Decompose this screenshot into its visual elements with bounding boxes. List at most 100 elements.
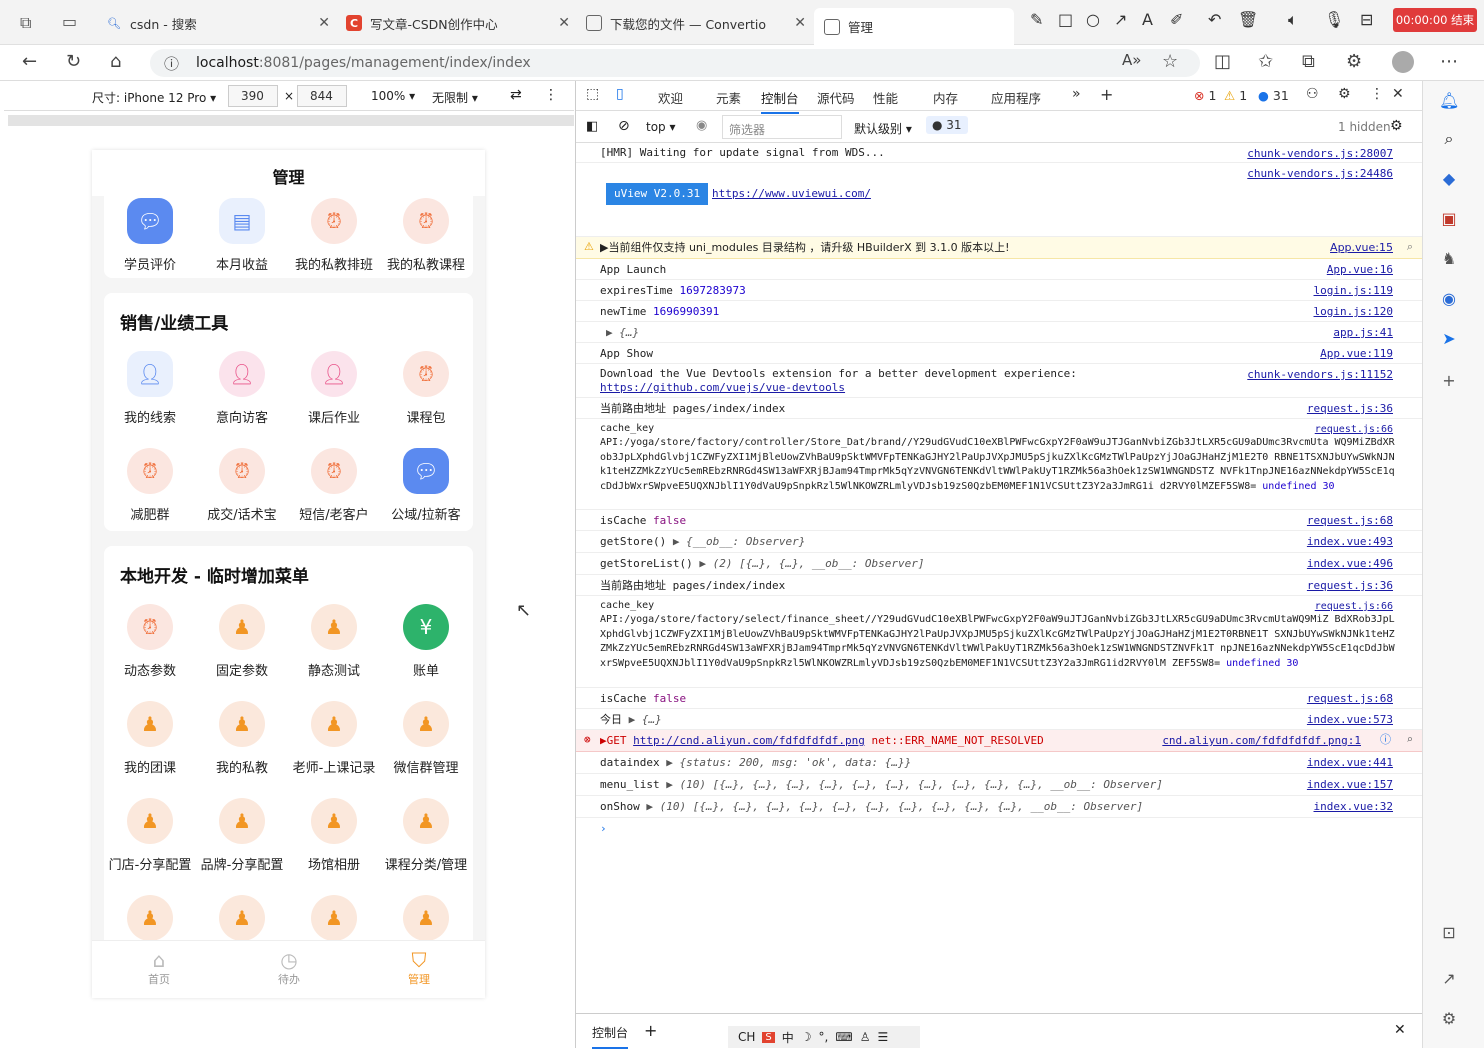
source-link[interactable]: login.js:120 bbox=[1314, 305, 1393, 319]
error-count[interactable]: ⊗ 1 bbox=[1194, 88, 1216, 103]
source-link[interactable]: cnd.aliyun.com/fdfdfdfdf.png:1 bbox=[1162, 734, 1361, 748]
close-drawer-icon[interactable]: ✕ bbox=[1394, 1022, 1406, 1038]
source-link[interactable]: login.js:119 bbox=[1314, 284, 1393, 298]
source-link[interactable]: index.vue:573 bbox=[1307, 713, 1393, 727]
menu-item-more[interactable]: ♟︎ bbox=[196, 895, 288, 941]
info-icon[interactable]: ⓘ bbox=[164, 53, 179, 74]
workspaces-icon[interactable]: ⧉ bbox=[20, 13, 31, 33]
context-select[interactable]: top ▾ bbox=[646, 120, 676, 134]
menu-item-my-private[interactable]: ♟︎ 我的私教 bbox=[196, 701, 288, 776]
console-link[interactable]: https://github.com/vuejs/vue-devtools bbox=[600, 381, 845, 394]
throttle-select[interactable]: 无限制 ▾ bbox=[432, 89, 478, 106]
tab-management[interactable]: ⛉ 管理 bbox=[379, 949, 459, 987]
send-icon[interactable]: ➤ bbox=[1439, 329, 1459, 349]
trash-icon[interactable]: 🗑︎ bbox=[1238, 10, 1258, 29]
menu-item-dynamic-params[interactable]: ⏰︎ 动态参数 bbox=[104, 604, 196, 679]
more-icon[interactable]: ⋯ bbox=[1440, 51, 1458, 72]
device-select[interactable]: 尺寸: iPhone 12 Pro ▾ bbox=[92, 89, 216, 106]
menu-item-weight-loss[interactable]: ⏰︎ 减肥群 bbox=[104, 448, 196, 523]
console-object[interactable]: ▶ (10) [{…}, {…}, {…}, {…}, {…}, {…}, {…… bbox=[646, 800, 1143, 813]
menu-item-my-schedule[interactable]: ⏰︎ 我的私教排班 bbox=[288, 198, 380, 273]
console-text[interactable]: ▶当前组件仅支持 uni_modules 目录结构 ，请升级 HBuilderX… bbox=[600, 241, 1010, 254]
console-object[interactable]: ▶ {__ob__: Observer} bbox=[673, 535, 805, 548]
source-link[interactable]: index.vue:441 bbox=[1307, 756, 1393, 770]
zoom-select[interactable]: 100% ▾ bbox=[371, 89, 415, 103]
text-icon[interactable]: A bbox=[1142, 10, 1153, 29]
collections-icon[interactable]: ⧉ bbox=[1302, 51, 1315, 72]
menu-item-leads[interactable]: 👤︎ 我的线索 bbox=[104, 351, 196, 426]
drawer-tab-console[interactable]: 控制台 bbox=[592, 1024, 629, 1049]
console-prompt[interactable]: › bbox=[576, 818, 1423, 840]
source-link[interactable]: request.js:66 bbox=[1315, 600, 1393, 614]
tab-actions-icon[interactable]: ▭ bbox=[62, 12, 77, 31]
tab-todo[interactable]: ◷ 待办 bbox=[249, 949, 329, 987]
avatar[interactable] bbox=[1392, 51, 1414, 73]
screenshot-icon[interactable]: ⊡ bbox=[1439, 923, 1459, 943]
console-link[interactable]: http://cnd.aliyun.com/fdfdfdfdf.png bbox=[633, 734, 865, 747]
level-count-badge[interactable]: ● 31 bbox=[926, 116, 968, 134]
toolbox-icon[interactable]: ▣ bbox=[1439, 209, 1459, 229]
ruler-bar[interactable] bbox=[8, 115, 574, 126]
office-icon[interactable]: ◉ bbox=[1439, 289, 1459, 309]
console-object[interactable]: ▶ {…} bbox=[606, 326, 639, 339]
console-object[interactable]: ▶ (2) [{…}, {…}, __ob__: Observer] bbox=[699, 557, 924, 570]
tab-home[interactable]: ⌂ 首页 bbox=[119, 949, 199, 987]
menu-icon[interactable]: ☰ bbox=[877, 1030, 888, 1044]
menu-item-store-share[interactable]: ♟︎ 门店-分享配置 bbox=[100, 798, 200, 873]
source-link[interactable]: request.js:36 bbox=[1307, 579, 1393, 593]
info-icon[interactable]: ⓘ bbox=[1380, 733, 1391, 747]
tab-sources[interactable]: 源代码 bbox=[817, 88, 855, 107]
stop-icon[interactable]: ⊟ bbox=[1360, 10, 1373, 29]
height-input[interactable]: 844 bbox=[297, 85, 347, 107]
source-link[interactable]: App.vue:15 bbox=[1330, 241, 1393, 255]
circle-icon[interactable]: ○ bbox=[1086, 10, 1100, 29]
menu-item-my-courses[interactable]: ⏰︎ 我的私教课程 bbox=[380, 198, 472, 273]
menu-item-bill[interactable]: ¥ 账单 bbox=[380, 604, 472, 679]
more-icon[interactable]: ⋮ bbox=[1370, 86, 1384, 102]
user-icon[interactable]: ♙ bbox=[860, 1030, 871, 1044]
arrow-icon[interactable]: ↗ bbox=[1114, 10, 1127, 29]
pen-icon[interactable]: ✎ bbox=[1030, 10, 1043, 29]
bell-icon[interactable]: 🔔︎ bbox=[1439, 91, 1459, 111]
menu-item-visitors[interactable]: 👤︎ 意向访客 bbox=[196, 351, 288, 426]
menu-item-class-records[interactable]: ♟︎ 老师-上课记录 bbox=[288, 701, 380, 776]
favorites-icon[interactable]: ✩ bbox=[1258, 51, 1273, 72]
settings-icon[interactable]: ⚙︎ bbox=[1338, 86, 1351, 102]
tab-memory[interactable]: 内存 bbox=[933, 88, 958, 107]
split-screen-icon[interactable]: ◫ bbox=[1214, 51, 1231, 72]
sogou-icon[interactable]: S bbox=[762, 1031, 775, 1043]
tab-elements[interactable]: 元素 bbox=[716, 88, 741, 107]
menu-item-wechat-groups[interactable]: ♟︎ 微信群管理 bbox=[380, 701, 472, 776]
menu-item-static-test[interactable]: ♟︎ 静态测试 bbox=[288, 604, 380, 679]
source-link[interactable]: chunk-vendors.js:11152 bbox=[1247, 368, 1393, 382]
favorite-star-icon[interactable]: ☆ bbox=[1162, 51, 1178, 72]
console-object[interactable]: ▶ {…} bbox=[629, 713, 662, 726]
menu-item-homework[interactable]: 👤︎ 课后作业 bbox=[288, 351, 380, 426]
tab-csdn-search[interactable]: 🔍︎ csdn - 搜索 ✕ bbox=[96, 6, 336, 40]
tab-performance[interactable]: 性能 bbox=[873, 88, 898, 107]
menu-item-sms[interactable]: ⏰︎ 短信/老客户 bbox=[288, 448, 380, 523]
filter-input[interactable]: 筛选器 bbox=[722, 115, 842, 139]
add-tab-icon[interactable]: + bbox=[1100, 85, 1113, 104]
menu-item-venue-album[interactable]: ♟︎ 场馆相册 bbox=[288, 798, 380, 873]
source-link[interactable]: chunk-vendors.js:24486 bbox=[1247, 167, 1393, 181]
rectangle-icon[interactable]: □ bbox=[1058, 10, 1073, 29]
menu-item-more[interactable]: ♟︎ bbox=[104, 895, 196, 941]
tab-welcome[interactable]: 欢迎 bbox=[658, 88, 683, 107]
ime-mode[interactable]: 中 bbox=[782, 1029, 794, 1046]
undo-icon[interactable]: ↶ bbox=[1208, 10, 1221, 29]
sidebar-toggle-icon[interactable]: ◧ bbox=[586, 119, 598, 134]
tag-icon[interactable]: ◆ bbox=[1439, 169, 1459, 189]
speaker-icon[interactable]: 🔈︎ bbox=[1288, 10, 1298, 30]
rotate-icon[interactable]: ⇄ bbox=[510, 87, 522, 103]
menu-item-more[interactable]: ♟︎ bbox=[380, 895, 472, 941]
width-input[interactable]: 390 bbox=[228, 85, 278, 107]
source-link[interactable]: App.vue:16 bbox=[1327, 263, 1393, 277]
source-link[interactable]: chunk-vendors.js:28007 bbox=[1247, 147, 1393, 161]
menu-item-more[interactable]: ♟︎ bbox=[288, 895, 380, 941]
inspect-icon[interactable]: ⬚ bbox=[586, 86, 599, 102]
source-link[interactable]: request.js:68 bbox=[1307, 514, 1393, 528]
source-link[interactable]: app.js:41 bbox=[1333, 326, 1393, 340]
microphone-icon[interactable]: 🎙︎ bbox=[1324, 10, 1344, 29]
search-icon[interactable]: ⌕ bbox=[1439, 129, 1459, 149]
